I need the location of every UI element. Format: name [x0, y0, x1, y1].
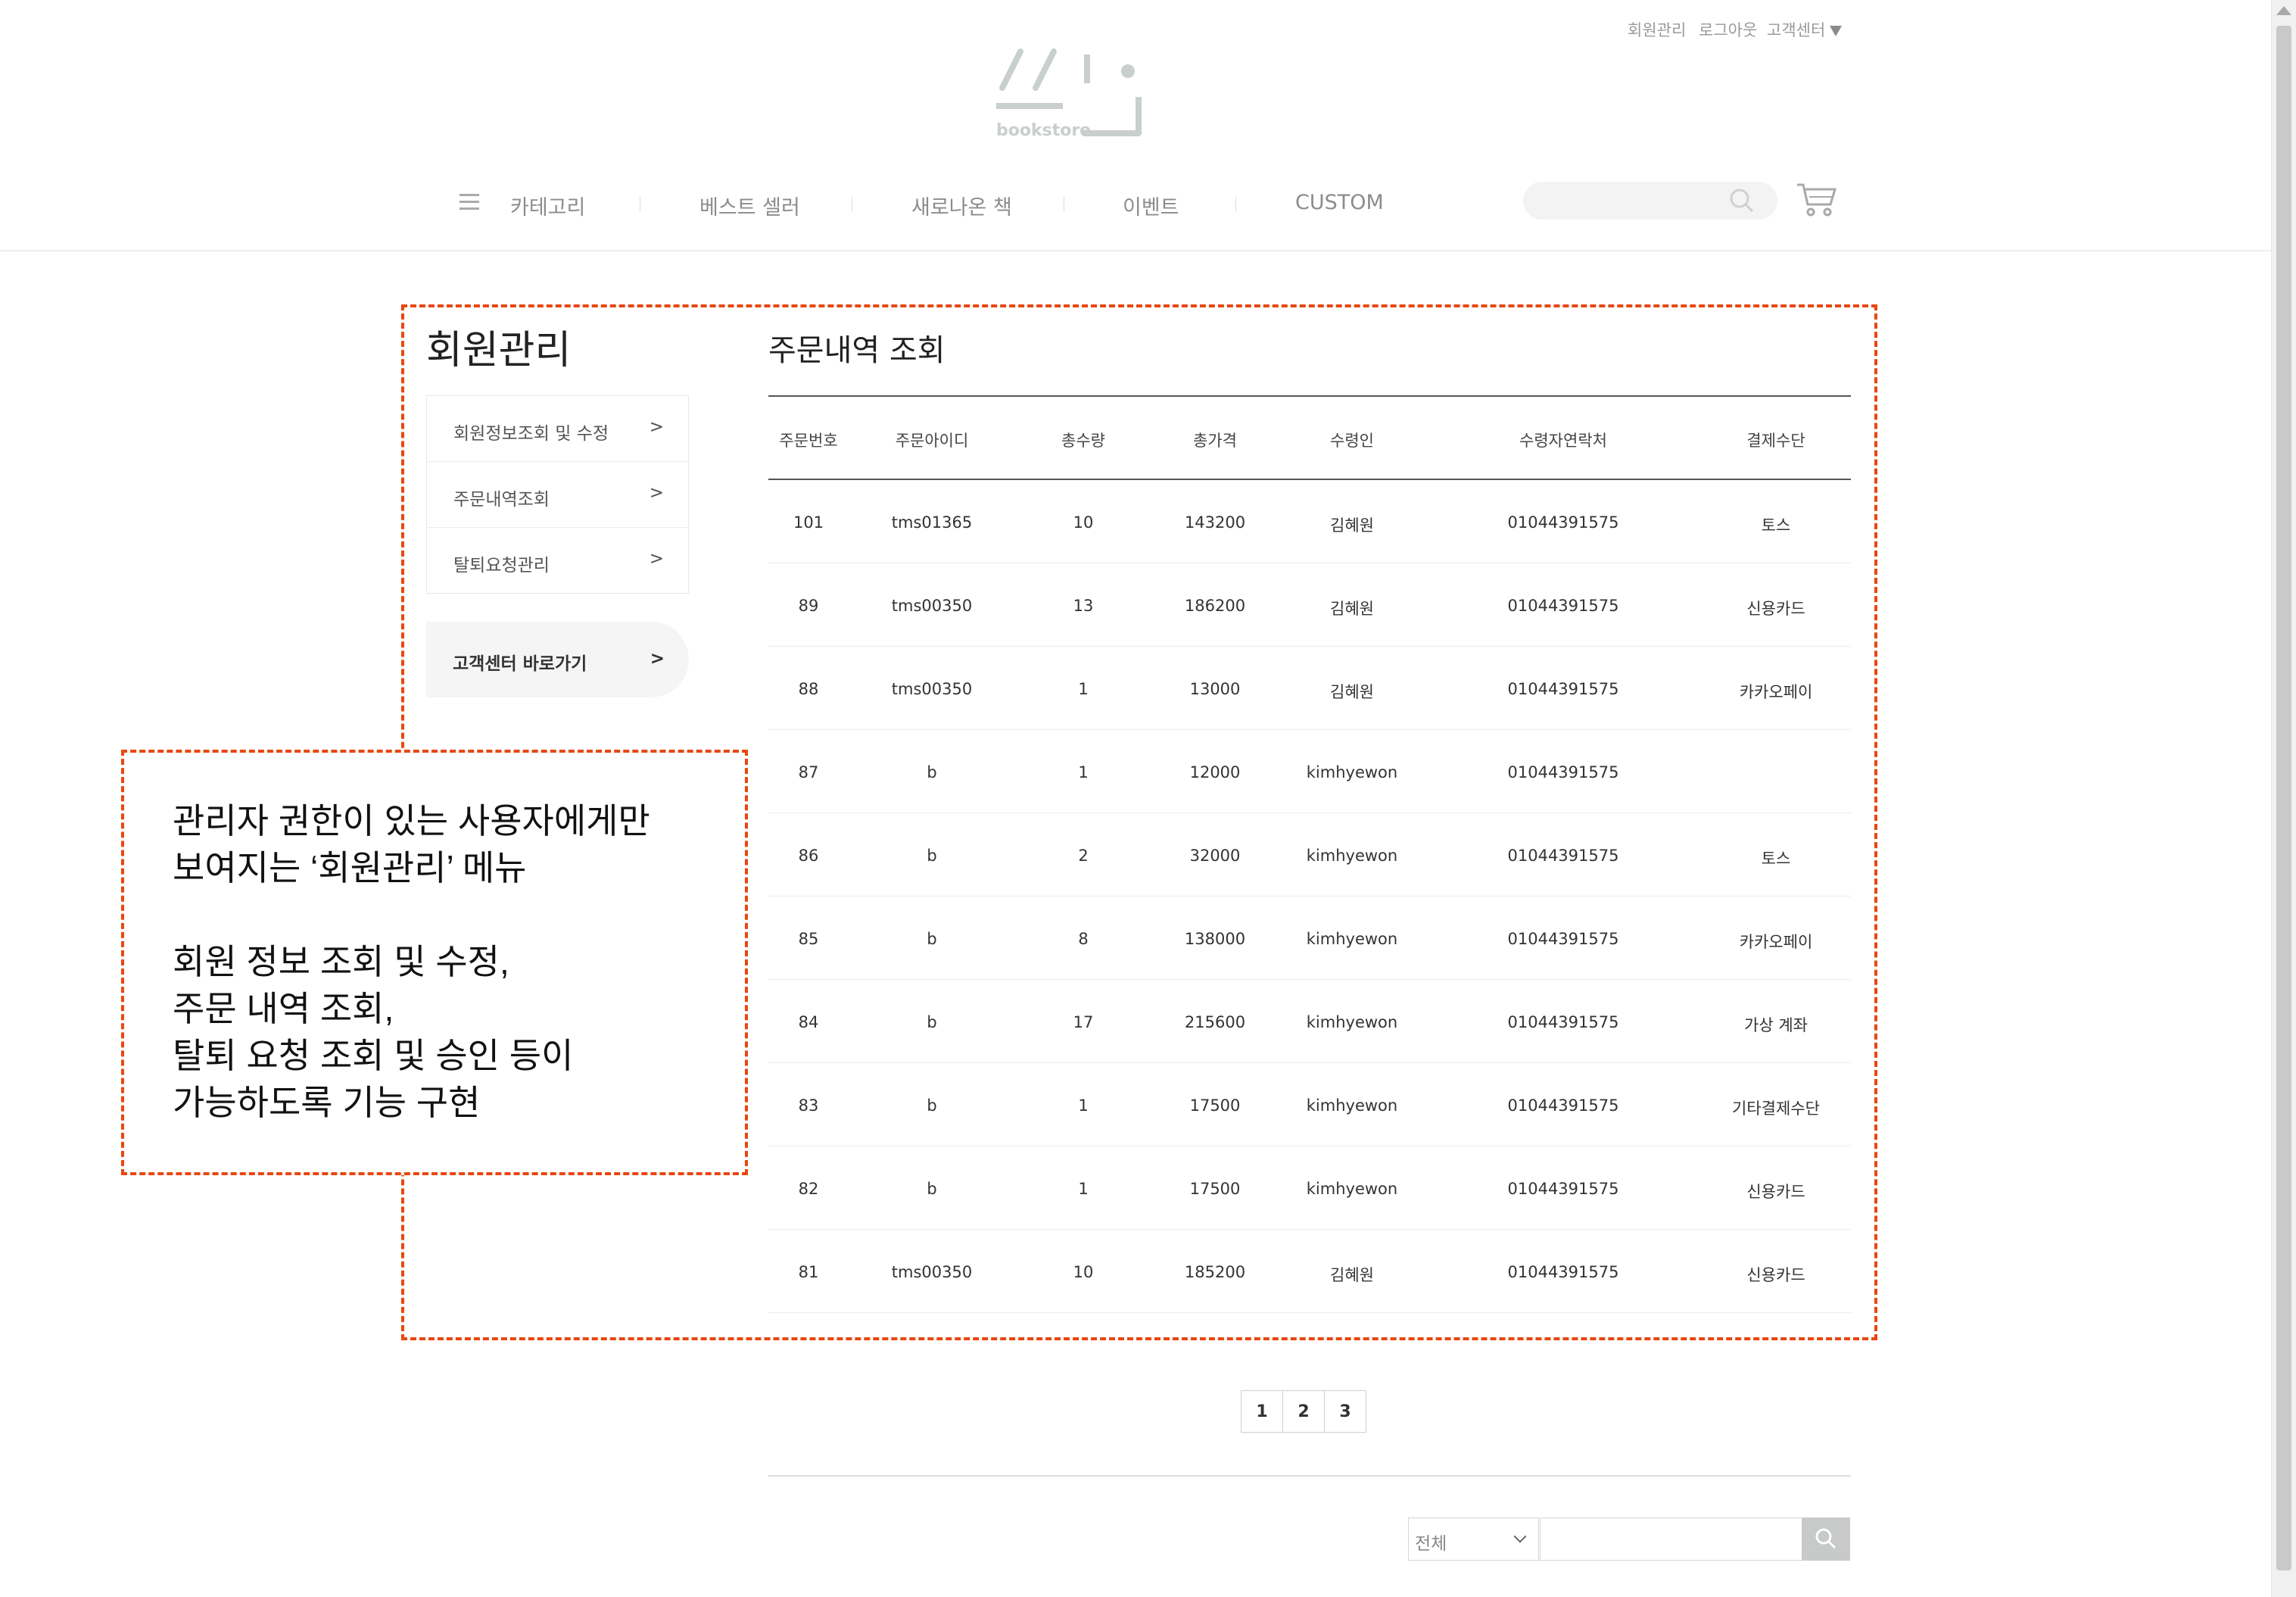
page-button[interactable]: 3	[1324, 1390, 1366, 1433]
scroll-thumb[interactable]	[2276, 26, 2291, 1570]
nav-bestseller[interactable]: 베스트 셀러	[699, 191, 800, 220]
chevron-down-icon	[1513, 1530, 1527, 1543]
util-link-logout[interactable]: 로그아웃	[1699, 18, 1757, 41]
annotation-text: 주문 내역 조회,	[173, 989, 394, 1028]
search-filter-value: 전체	[1415, 1534, 1447, 1554]
annotation-text: 가능하도록 기능 구현	[173, 1083, 481, 1122]
search-button[interactable]	[1802, 1517, 1850, 1561]
annotation-text: 회원 정보 조회 및 수정,	[173, 942, 509, 981]
nav-event[interactable]: 이벤트	[1123, 191, 1179, 220]
annotation-text: 관리자 권한이 있는 사용자에게만	[173, 801, 650, 841]
scroll-up-arrow-icon[interactable]	[2276, 6, 2291, 15]
list-bottom-divider	[768, 1475, 1851, 1477]
page-button[interactable]: 1	[1241, 1390, 1283, 1433]
pagination: 1 2 3	[1241, 1390, 1366, 1433]
util-link-member-admin[interactable]: 회원관리	[1628, 18, 1686, 41]
vertical-scrollbar[interactable]	[2271, 0, 2296, 1597]
util-link-customer-center[interactable]: 고객센터	[1767, 18, 1843, 41]
search-input[interactable]	[1540, 1517, 1803, 1561]
search-icon[interactable]	[1729, 188, 1755, 214]
cart-icon[interactable]	[1796, 180, 1838, 218]
nav-divider	[1235, 197, 1236, 212]
hamburger-icon[interactable]	[460, 194, 479, 211]
annotation-text: 보여지는 ‘회원관리’ 메뉴	[173, 848, 527, 887]
header-divider	[0, 250, 2271, 251]
util-link-customer-center-label: 고객센터	[1767, 21, 1826, 39]
nav-custom[interactable]: CUSTOM	[1295, 191, 1384, 214]
header-search-input[interactable]	[1523, 182, 1777, 220]
search-filter-select[interactable]: 전체	[1408, 1517, 1539, 1561]
nav-category[interactable]: 카테고리	[510, 191, 585, 220]
logo-wordmark: bookstore	[996, 121, 1092, 140]
page-button[interactable]: 2	[1282, 1390, 1325, 1433]
caret-down-icon	[1830, 26, 1843, 36]
search-icon	[1815, 1528, 1836, 1549]
annotation-text: 탈퇴 요청 조회 및 승인 등이	[173, 1036, 574, 1075]
nav-new-books[interactable]: 새로나온 책	[911, 191, 1012, 220]
